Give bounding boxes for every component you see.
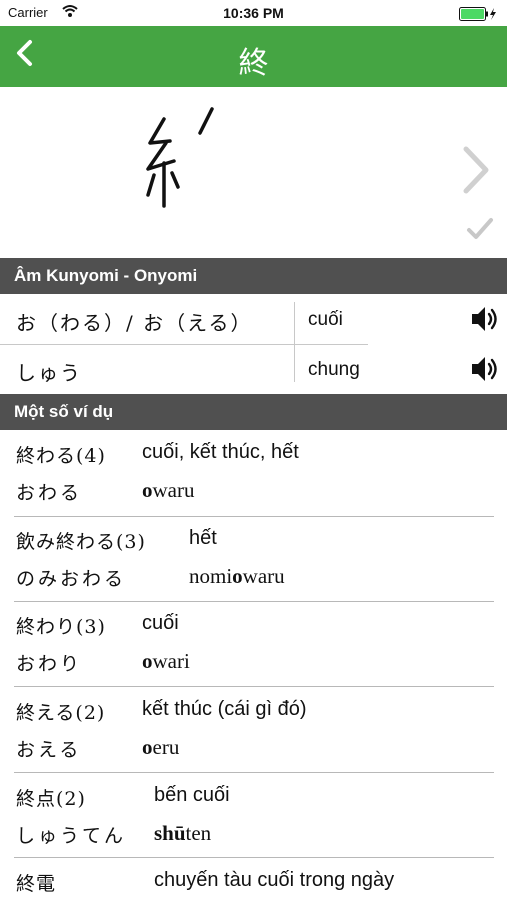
example-kanji: 終わり(3)	[16, 616, 106, 638]
example-kana: しゅうてん	[16, 825, 127, 847]
example-separator	[14, 857, 494, 858]
readings-section-header: Âm Kunyomi - Onyomi	[0, 258, 507, 294]
examples-section-header: Một số ví dụ	[0, 394, 507, 430]
example-kana: おわる	[16, 482, 83, 504]
column-divider	[294, 302, 295, 382]
chevron-right-icon	[463, 146, 489, 194]
mark-learned-button[interactable]	[466, 217, 494, 245]
example-kanji: 終点(2)	[16, 788, 86, 810]
example-romaji: shūten	[154, 821, 212, 845]
example-item[interactable]: 終わり(3) cuối おわり owari	[0, 604, 507, 688]
example-kanji: 終わる(4)	[16, 445, 106, 467]
readings-section-title: Âm Kunyomi - Onyomi	[14, 266, 198, 285]
example-romaji: nomiowaru	[189, 564, 285, 588]
nav-bar: 終	[0, 26, 507, 87]
reading-meaning: cuối	[308, 309, 343, 330]
example-separator	[14, 601, 494, 602]
example-separator	[14, 772, 494, 773]
example-romaji: owaru	[142, 478, 195, 502]
reading-row: お（わる）/ お（える） cuối	[0, 296, 507, 344]
next-stroke-button[interactable]	[460, 145, 494, 199]
kunyomi-reading: お（わる）/ お（える）	[16, 311, 253, 335]
example-meaning: chuyến tàu cuối trong ngày	[154, 869, 395, 891]
speaker-icon[interactable]	[470, 354, 502, 388]
example-kana: おわり	[16, 653, 83, 675]
example-kana: おえる	[16, 739, 82, 761]
example-meaning: hết	[189, 527, 217, 549]
example-separator	[14, 686, 494, 687]
example-item[interactable]: 終わる(4) cuối, kết thúc, hết おわる owaru	[0, 433, 507, 517]
example-meaning: cuối	[142, 612, 179, 634]
example-item[interactable]: 終える(2) kết thúc (cái gì đó) おえる oeru	[0, 690, 507, 774]
example-meaning: kết thúc (cái gì đó)	[142, 698, 307, 720]
example-item[interactable]: 飲み終わる(3) hết のみおわる nomiowaru	[0, 519, 507, 603]
clock: 10:36 PM	[223, 5, 284, 21]
example-item[interactable]: 終点(2) bến cuối しゅうてん shūten	[0, 776, 507, 860]
reading-row: しゅう chung	[0, 346, 507, 394]
example-romaji: owari	[142, 649, 190, 673]
example-kanji: 終える(2)	[16, 702, 106, 724]
checkmark-icon	[467, 218, 493, 239]
example-meaning: bến cuối	[154, 784, 230, 806]
example-kana: のみおわる	[16, 568, 127, 590]
example-kanji: 飲み終わる(3)	[16, 531, 146, 553]
example-item[interactable]: 終電 chuyến tàu cuối trong ngày	[0, 861, 507, 900]
kanji-stroke-area[interactable]	[0, 87, 507, 257]
examples-section-title: Một số ví dụ	[14, 402, 114, 421]
reading-meaning: chung	[308, 359, 360, 380]
example-romaji: oeru	[142, 735, 180, 759]
reading-divider	[0, 344, 368, 345]
status-bar: Carrier 10:36 PM	[0, 0, 507, 26]
onyomi-reading: しゅう	[16, 361, 82, 385]
speaker-icon[interactable]	[470, 304, 502, 338]
page-title: 終	[238, 46, 269, 81]
battery-icon	[459, 6, 499, 21]
example-meaning: cuối, kết thúc, hết	[142, 441, 299, 463]
example-separator	[14, 516, 494, 517]
kanji-stroke-drawing	[146, 107, 214, 208]
example-kanji: 終電	[16, 873, 57, 895]
